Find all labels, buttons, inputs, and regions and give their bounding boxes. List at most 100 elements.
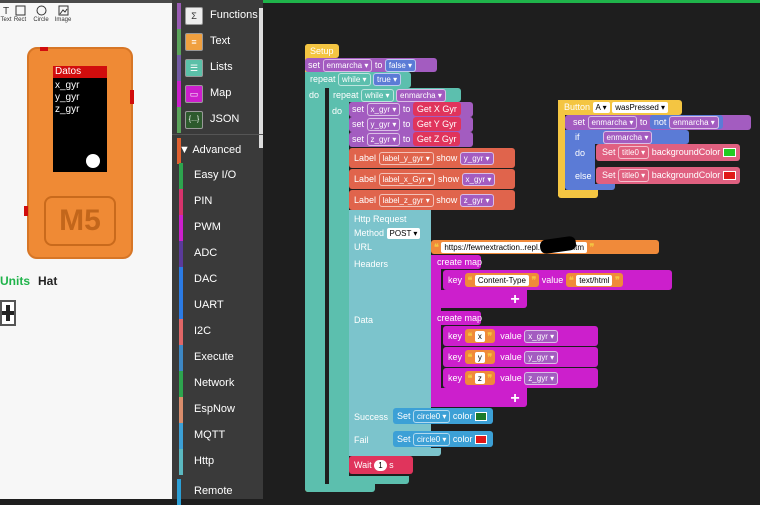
variable-dropdown[interactable]: y_gyr ▾: [524, 351, 559, 364]
data-entry-y-block[interactable]: key ❝ y ❞ value y_gyr ▾: [443, 347, 598, 367]
headers-create-map-block[interactable]: create map: [431, 255, 482, 269]
event-dropdown[interactable]: wasPressed ▾: [612, 102, 669, 113]
tab-units[interactable]: Units: [0, 274, 30, 288]
screen-circle[interactable]: [86, 154, 100, 168]
set-title-bg-green-block[interactable]: Set title0 ▾ backgroundColor: [596, 144, 740, 161]
variable-dropdown[interactable]: z_gyr ▾: [524, 372, 559, 385]
target-dropdown[interactable]: circle0 ▾: [413, 410, 451, 423]
setup-block[interactable]: Setup: [305, 44, 339, 58]
label-y-gyr-block[interactable]: Label label_y_gyr ▾ show y_gyr ▾: [349, 148, 515, 168]
add-header-entry-button[interactable]: +: [506, 292, 524, 308]
set-x-gyr-block[interactable]: set x_gyr ▾ to Get X Gyr: [349, 102, 473, 117]
category-uart[interactable]: UART: [172, 293, 263, 319]
category-json[interactable]: {...} JSON: [172, 107, 263, 133]
variable-dropdown[interactable]: x_gyr ▾: [366, 103, 401, 116]
variable-dropdown[interactable]: z_gyr ▾: [366, 133, 401, 146]
category-functions[interactable]: Σ Functions: [172, 3, 263, 29]
wait-seconds-input[interactable]: 1: [374, 460, 387, 471]
category-http[interactable]: Http: [172, 449, 263, 475]
device-screen[interactable]: Datos x_gyr y_gyr z_gyr: [53, 66, 107, 172]
loop-mode-dropdown[interactable]: while ▾: [338, 73, 371, 86]
boolean-dropdown[interactable]: true ▾: [373, 73, 402, 86]
button-a-pressed-block[interactable]: Button A ▾ wasPressed ▾: [558, 100, 682, 115]
set-y-gyr-block[interactable]: set y_gyr ▾ to Get Y Gyr: [349, 117, 473, 132]
data-key-input[interactable]: y: [474, 352, 485, 363]
label-dropdown[interactable]: label_z_gyr ▾: [378, 194, 434, 207]
header-entry-block[interactable]: key ❝ Content-Type ❞ value ❝ text/html ❞: [443, 270, 672, 290]
screen-label-y[interactable]: y_gyr: [55, 92, 79, 104]
category-pwm[interactable]: PWM: [172, 215, 263, 241]
not-block[interactable]: not enmarcha ▾: [649, 115, 723, 129]
variable-dropdown[interactable]: z_gyr ▾: [459, 194, 494, 207]
add-unit-button[interactable]: [0, 300, 16, 326]
category-adc[interactable]: ADC: [172, 241, 263, 267]
variable-dropdown[interactable]: y_gyr ▾: [459, 152, 494, 165]
color-swatch-green[interactable]: [474, 412, 487, 422]
success-set-color-block[interactable]: Set circle0 ▾ color: [393, 408, 493, 424]
target-dropdown[interactable]: circle0 ▾: [413, 433, 451, 446]
key-text-block[interactable]: ❝ Content-Type ❞: [464, 273, 540, 287]
category-lists[interactable]: ☰ Lists: [172, 55, 263, 81]
variable-dropdown[interactable]: enmarcha ▾: [322, 59, 373, 72]
get-x-gyr-block[interactable]: Get X Gyr: [412, 102, 461, 116]
screen-title[interactable]: Datos: [53, 66, 107, 78]
screen-label-x[interactable]: x_gyr: [55, 80, 79, 92]
fail-set-color-block[interactable]: Set circle0 ▾ color: [393, 431, 493, 447]
data-key-input[interactable]: z: [474, 373, 485, 384]
category-pin[interactable]: PIN: [172, 189, 263, 215]
target-dropdown[interactable]: title0 ▾: [618, 146, 650, 159]
category-text[interactable]: ≡ Text: [172, 29, 263, 55]
category-remote[interactable]: Remote: [172, 479, 263, 505]
header-key-input[interactable]: Content-Type: [474, 275, 529, 286]
label-dropdown[interactable]: label_x_Gyr ▾: [378, 173, 436, 186]
key-text-block[interactable]: ❝ y ❞: [464, 350, 496, 364]
tab-hat[interactable]: Hat: [38, 274, 57, 288]
method-dropdown[interactable]: POST ▾: [386, 228, 421, 239]
data-entry-z-block[interactable]: key ❝ z ❞ value z_gyr ▾: [443, 368, 598, 388]
if-else-block[interactable]: if enmarcha ▾: [565, 130, 689, 144]
variable-dropdown[interactable]: y_gyr ▾: [366, 118, 401, 131]
data-entry-x-block[interactable]: key ❝ x ❞ value x_gyr ▾: [443, 326, 598, 346]
label-z-gyr-block[interactable]: Label label_z_gyr ▾ show z_gyr ▾: [349, 190, 515, 210]
wait-block[interactable]: Wait 1 s: [349, 456, 413, 474]
set-enmarcha-false-block[interactable]: set enmarcha ▾ to false ▾: [305, 58, 437, 72]
color-swatch-red[interactable]: [722, 171, 736, 181]
category-advanced[interactable]: ▼ Advanced: [172, 138, 263, 164]
key-text-block[interactable]: ❝ x ❞: [464, 329, 496, 343]
key-text-block[interactable]: ❝ z ❞: [464, 371, 496, 385]
color-swatch-green[interactable]: [722, 148, 736, 158]
variable-dropdown[interactable]: enmarcha ▾: [602, 131, 653, 144]
data-key-input[interactable]: x: [474, 331, 485, 342]
header-value-input[interactable]: text/html: [576, 275, 613, 286]
color-swatch-red[interactable]: [474, 435, 487, 445]
category-easy-io[interactable]: Easy I/O: [172, 163, 263, 189]
variable-dropdown[interactable]: x_gyr ▾: [461, 173, 496, 186]
get-z-gyr-block[interactable]: Get Z Gyr: [412, 132, 461, 146]
category-execute[interactable]: Execute: [172, 345, 263, 371]
data-create-map-block[interactable]: create map: [431, 311, 482, 325]
category-network[interactable]: Network: [172, 371, 263, 397]
variable-dropdown[interactable]: enmarcha ▾: [396, 89, 446, 102]
category-i2c[interactable]: I2C: [172, 319, 263, 345]
add-data-entry-button[interactable]: +: [506, 391, 524, 407]
set-title-bg-red-block[interactable]: Set title0 ▾ backgroundColor: [596, 167, 740, 184]
button-dropdown[interactable]: A ▾: [592, 102, 610, 113]
target-dropdown[interactable]: title0 ▾: [618, 169, 650, 182]
category-dac[interactable]: DAC: [172, 267, 263, 293]
category-map[interactable]: ▭ Map: [172, 81, 263, 107]
get-y-gyr-block[interactable]: Get Y Gyr: [412, 117, 461, 131]
repeat-while-true-block[interactable]: repeat while ▾ true ▾: [305, 72, 411, 88]
category-espnow[interactable]: EspNow: [172, 397, 263, 423]
repeat-while-enmarcha-block[interactable]: repeat while ▾ enmarcha ▾: [329, 88, 461, 102]
circle-tool[interactable]: Circle: [29, 3, 53, 29]
value-text-block[interactable]: ❝ text/html ❞: [565, 273, 623, 287]
set-z-gyr-block[interactable]: set z_gyr ▾ to Get Z Gyr: [349, 132, 473, 147]
variable-dropdown[interactable]: enmarcha ▾: [587, 116, 638, 129]
image-tool[interactable]: Image: [51, 3, 75, 29]
label-dropdown[interactable]: label_y_gyr ▾: [378, 152, 434, 165]
category-mqtt[interactable]: MQTT: [172, 423, 263, 449]
loop-mode-dropdown[interactable]: while ▾: [361, 89, 394, 102]
set-enmarcha-not-block[interactable]: set enmarcha ▾ to not enmarcha ▾: [565, 115, 751, 130]
label-x-gyr-block[interactable]: Label label_x_Gyr ▾ show x_gyr ▾: [349, 169, 515, 189]
variable-dropdown[interactable]: enmarcha ▾: [668, 116, 719, 129]
